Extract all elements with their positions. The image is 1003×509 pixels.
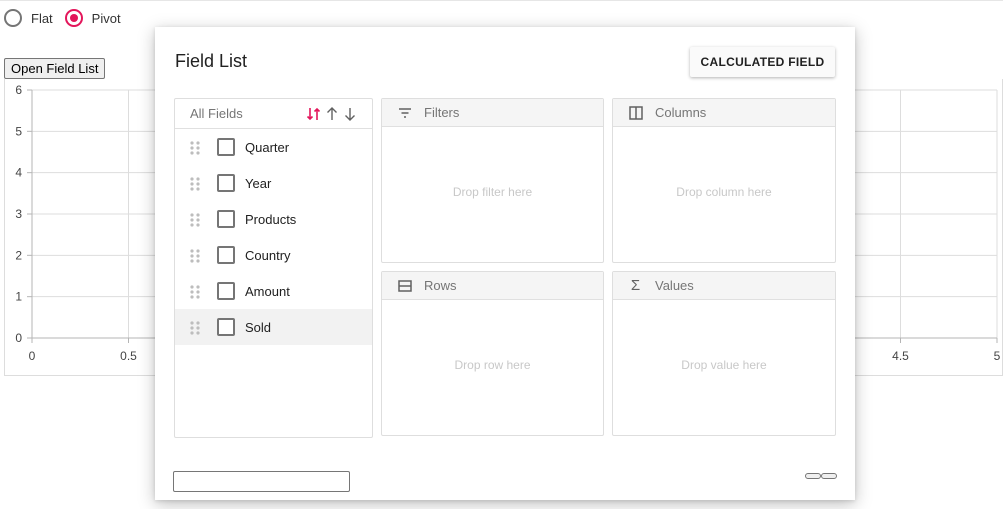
bottom-button-right[interactable] <box>821 473 837 479</box>
radio-circle-checked[interactable] <box>64 9 83 27</box>
values-panel[interactable]: Σ Values Drop value here <box>612 271 836 436</box>
top-divider <box>0 0 1003 1</box>
view-mode-radio-group: Flat Pivot <box>4 8 133 28</box>
rows-header: Rows <box>382 272 603 300</box>
field-item[interactable]: Year <box>175 165 372 201</box>
drag-handle-icon[interactable] <box>190 177 200 191</box>
y-tick-label: 2 <box>15 248 22 262</box>
columns-panel[interactable]: Columns Drop column here <box>612 98 836 263</box>
sort-none-icon[interactable] <box>305 105 323 123</box>
x-tick-label: 0.5 <box>120 349 137 363</box>
values-header: Σ Values <box>613 272 835 300</box>
rows-panel[interactable]: Rows Drop row here <box>381 271 604 436</box>
filters-title: Filters <box>424 105 460 120</box>
values-title: Values <box>655 278 694 293</box>
sort-ascending-icon[interactable] <box>323 105 341 123</box>
y-tick-label: 1 <box>15 290 22 304</box>
field-item[interactable]: Quarter <box>175 129 372 165</box>
field-checkbox[interactable] <box>217 246 235 264</box>
field-label: Amount <box>245 284 290 299</box>
filters-drop-hint: Drop filter here <box>452 185 533 199</box>
columns-title: Columns <box>655 105 707 120</box>
bottom-button-left[interactable] <box>805 473 821 479</box>
x-tick-label: 0 <box>29 349 36 363</box>
flat-radio-label[interactable]: Flat <box>31 11 53 26</box>
all-fields-header: All Fields <box>175 99 372 129</box>
x-tick-label: 5 <box>994 349 1001 363</box>
field-checkbox[interactable] <box>217 282 235 300</box>
field-list-dialog: Field List CALCULATED FIELD All Fields Q… <box>155 27 855 500</box>
sigma-icon: Σ <box>630 277 641 294</box>
sort-controls <box>305 105 359 123</box>
pivot-radio-label[interactable]: Pivot <box>92 11 121 26</box>
y-tick-label: 5 <box>15 124 22 138</box>
pivot-radio[interactable]: Pivot <box>64 9 121 27</box>
field-checkbox[interactable] <box>217 210 235 228</box>
x-tick-label: 4.5 <box>892 349 909 363</box>
field-item[interactable]: Products <box>175 201 372 237</box>
y-tick-label: 0 <box>15 331 22 345</box>
bottom-buttons <box>805 473 837 479</box>
field-label: Country <box>245 248 291 263</box>
filters-panel[interactable]: Filters Drop filter here <box>381 98 604 263</box>
bottom-text-input[interactable] <box>173 471 350 492</box>
field-list: Quarter Year Products Country Amount Sold <box>175 129 372 345</box>
rows-drop-hint: Drop row here <box>454 358 531 372</box>
columns-drop-hint: Drop column here <box>676 185 772 199</box>
calculated-field-button[interactable]: CALCULATED FIELD <box>690 47 835 77</box>
y-tick-label: 4 <box>15 166 22 180</box>
filter-icon <box>397 105 412 120</box>
field-item[interactable]: Country <box>175 237 372 273</box>
drag-handle-icon[interactable] <box>190 321 200 335</box>
all-fields-label: All Fields <box>190 106 243 121</box>
dialog-title: Field List <box>175 51 248 71</box>
drag-handle-icon[interactable] <box>190 213 200 227</box>
drag-handle-icon[interactable] <box>190 141 200 155</box>
y-tick-label: 6 <box>15 83 22 97</box>
field-checkbox[interactable] <box>217 318 235 336</box>
field-label: Sold <box>245 320 272 335</box>
drag-handle-icon[interactable] <box>190 285 200 299</box>
rows-title: Rows <box>424 278 457 293</box>
columns-header: Columns <box>613 99 835 127</box>
y-tick-label: 3 <box>15 207 22 221</box>
columns-icon <box>628 105 643 120</box>
flat-radio[interactable]: Flat <box>4 9 53 27</box>
rows-icon <box>397 278 412 293</box>
field-item[interactable]: Amount <box>175 273 372 309</box>
sort-descending-icon[interactable] <box>341 105 359 123</box>
drag-handle-icon[interactable] <box>190 249 200 263</box>
field-label: Year <box>245 176 272 191</box>
open-field-list-button[interactable]: Open Field List <box>4 58 106 79</box>
radio-circle[interactable] <box>4 9 22 27</box>
filters-header: Filters <box>382 99 603 127</box>
field-item[interactable]: Sold <box>175 309 372 345</box>
field-checkbox[interactable] <box>217 174 235 192</box>
field-checkbox[interactable] <box>217 138 235 156</box>
field-label: Products <box>245 212 297 227</box>
all-fields-panel: All Fields Quarter Year Products Country Amo… <box>174 98 373 438</box>
field-label: Quarter <box>245 140 290 155</box>
values-drop-hint: Drop value here <box>681 358 767 372</box>
